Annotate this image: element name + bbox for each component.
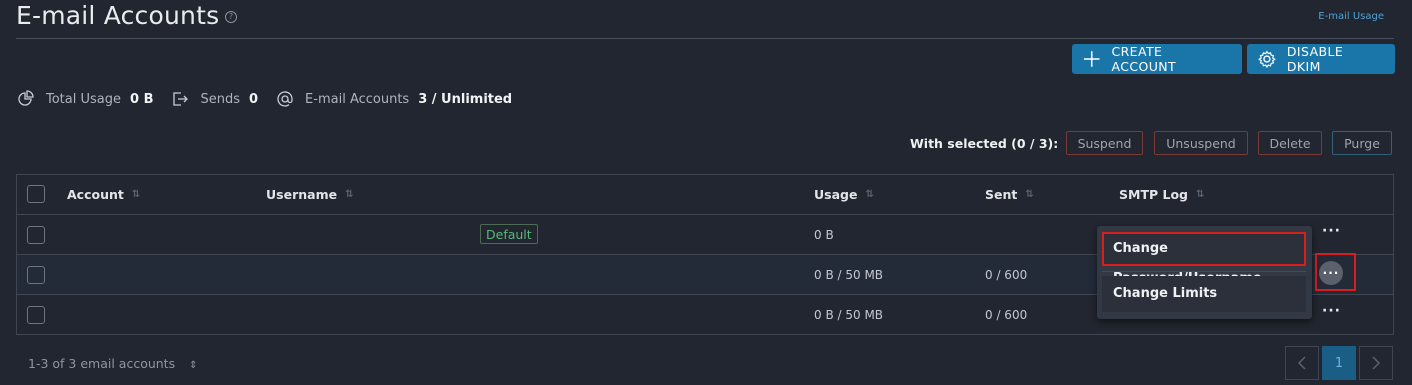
- default-badge: Default: [480, 224, 538, 244]
- row-checkbox[interactable]: [27, 266, 45, 284]
- column-header-sent[interactable]: Sent ⇅: [985, 187, 1034, 202]
- pagination-summary[interactable]: 1-3 of 3 email accounts ⇕: [28, 356, 197, 371]
- create-account-label: CREATE ACCOUNT: [1111, 44, 1177, 74]
- usage-cell: 0 B / 50 MB: [814, 308, 884, 322]
- sent-cell: 0 / 600: [985, 308, 1028, 322]
- table-header: Account ⇅ Username ⇅ Usage ⇅ Sent ⇅ SMTP Log…: [17, 175, 1393, 215]
- row-actions-icon[interactable]: ···: [1322, 223, 1341, 239]
- sort-icon[interactable]: ⇅: [865, 189, 873, 200]
- with-selected-label: With selected (0 / 3):: [910, 136, 1059, 151]
- page-size-sort-icon[interactable]: ⇕: [189, 360, 197, 371]
- create-account-button[interactable]: CREATE ACCOUNT: [1072, 44, 1242, 74]
- purge-button[interactable]: Purge: [1332, 131, 1392, 155]
- page-title: E-mail Accounts: [16, 1, 220, 30]
- sends-value: 0: [249, 91, 259, 107]
- change-limits-item[interactable]: Change Limits: [1102, 276, 1306, 312]
- next-page-button[interactable]: [1359, 346, 1393, 380]
- stats-bar: Total Usage 0 B Sends 0 E-mail Accounts …: [17, 90, 530, 108]
- sends-label: Sends: [200, 91, 240, 107]
- plus-icon: [1083, 51, 1100, 67]
- row-actions-icon[interactable]: ···: [1322, 303, 1341, 319]
- sort-icon[interactable]: ⇅: [1025, 189, 1033, 200]
- unsuspend-button[interactable]: Unsuspend: [1154, 131, 1248, 155]
- row-actions-menu: Change Password/Username Change Limits: [1097, 226, 1312, 319]
- page-1-button[interactable]: 1: [1322, 346, 1356, 380]
- help-icon[interactable]: ?: [225, 11, 237, 23]
- column-header-username[interactable]: Username ⇅: [266, 187, 353, 202]
- usage-cell: 0 B / 50 MB: [814, 268, 884, 282]
- column-label: Usage: [814, 187, 858, 202]
- sort-icon[interactable]: ⇅: [132, 189, 140, 200]
- sort-icon[interactable]: ⇅: [345, 189, 353, 200]
- delete-button[interactable]: Delete: [1258, 131, 1322, 155]
- gear-icon: [1258, 50, 1276, 69]
- column-header-smtp-log[interactable]: SMTP Log ⇅: [1119, 187, 1204, 202]
- prev-page-button[interactable]: [1285, 346, 1319, 380]
- select-all-checkbox[interactable]: [27, 185, 45, 203]
- row-checkbox[interactable]: [27, 226, 45, 244]
- sort-icon[interactable]: ⇅: [1196, 189, 1204, 200]
- suspend-button[interactable]: Suspend: [1066, 131, 1143, 155]
- change-password-username-item[interactable]: Change Password/Username: [1102, 232, 1306, 286]
- column-label: SMTP Log: [1119, 187, 1188, 202]
- sent-cell: 0 / 600: [985, 268, 1028, 282]
- pie-chart-icon: [17, 90, 35, 108]
- usage-cell: 0 B: [814, 228, 834, 242]
- disable-dkim-button[interactable]: DISABLE DKIM: [1247, 44, 1395, 74]
- row-checkbox[interactable]: [27, 306, 45, 324]
- email-accounts-label: E-mail Accounts: [305, 91, 410, 107]
- total-usage-value: 0 B: [130, 91, 154, 107]
- column-label: Account: [67, 187, 124, 202]
- column-header-account[interactable]: Account ⇅: [67, 187, 140, 202]
- column-label: Sent: [985, 187, 1018, 202]
- highlight-box: [1315, 253, 1356, 291]
- column-header-usage[interactable]: Usage ⇅: [814, 187, 874, 202]
- sign-out-icon: [171, 90, 189, 108]
- at-sign-icon: [276, 90, 294, 108]
- email-accounts-value: 3 / Unlimited: [418, 91, 513, 107]
- column-label: Username: [266, 187, 338, 202]
- pagination-summary-label: 1-3 of 3 email accounts: [28, 356, 176, 371]
- menu-divider: [1102, 271, 1306, 272]
- chevron-right-icon: [1372, 356, 1381, 370]
- total-usage-label: Total Usage: [46, 91, 121, 107]
- chevron-left-icon: [1297, 356, 1306, 370]
- email-usage-link[interactable]: E-mail Usage: [1318, 11, 1384, 22]
- disable-dkim-label: DISABLE DKIM: [1286, 44, 1344, 74]
- header-divider: [16, 38, 1394, 39]
